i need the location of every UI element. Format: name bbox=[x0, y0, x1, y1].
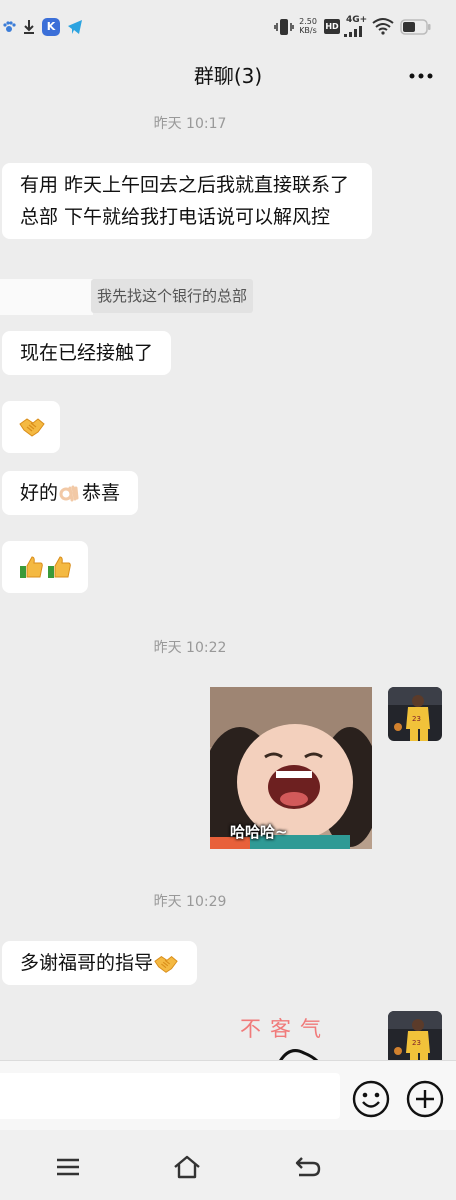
basketball-player-avatar: 23 bbox=[388, 687, 442, 741]
message-text: 恭喜 bbox=[82, 482, 121, 504]
avatar[interactable]: 23 bbox=[388, 687, 442, 741]
home-icon[interactable] bbox=[172, 1152, 202, 1182]
net-speed-value: 2.50 bbox=[299, 17, 317, 26]
message-text: 现在已经接触了 bbox=[20, 342, 154, 364]
message-text: 多谢福哥的指导 bbox=[20, 952, 154, 974]
app-k-icon: K bbox=[42, 18, 60, 36]
sticker-doodle bbox=[279, 1049, 319, 1060]
sticker-image[interactable]: 不客气 bbox=[230, 1007, 380, 1060]
input-bar bbox=[0, 1060, 456, 1130]
message-text: 好的 bbox=[20, 482, 59, 504]
handshake-icon bbox=[154, 955, 178, 973]
hd-badge: HD bbox=[324, 19, 340, 34]
message-text: 有用 昨天上午回去之后我就直接联系了总部 下午就给我打电话说可以解风控 bbox=[20, 174, 350, 228]
sticker-caption: 不客气 bbox=[240, 1017, 330, 1041]
signal-icon bbox=[344, 26, 362, 37]
status-bar-notifications: K bbox=[0, 16, 100, 38]
chat-header: 群聊(3) bbox=[0, 52, 456, 104]
status-bar: K 2.50 KB/s HD 4G+ bbox=[0, 0, 456, 52]
handshake-icon bbox=[19, 418, 45, 437]
message-bubble[interactable]: 多谢福哥的指导 bbox=[2, 941, 198, 985]
quote-spacer bbox=[0, 279, 93, 315]
jersey-number: 23 bbox=[412, 715, 421, 723]
timestamp: 昨天 10:17 bbox=[153, 116, 227, 132]
back-icon[interactable] bbox=[293, 1152, 323, 1182]
system-nav-bar bbox=[0, 1130, 456, 1200]
menu-icon[interactable] bbox=[53, 1152, 83, 1182]
basketball-player-avatar: 23 bbox=[388, 1011, 442, 1060]
message-bubble[interactable]: 现在已经接触了 bbox=[2, 331, 172, 375]
net-speed: 2.50 KB/s bbox=[296, 17, 320, 35]
vibrate-icon bbox=[274, 19, 294, 35]
plus-icon[interactable] bbox=[406, 1080, 444, 1118]
chat-message-list[interactable]: 昨天 10:17 有用 昨天上午回去之后我就直接联系了总部 下午就给我打电话说可… bbox=[0, 104, 456, 1060]
more-options-icon[interactable] bbox=[408, 72, 434, 80]
message-bubble[interactable]: 有用 昨天上午回去之后我就直接联系了总部 下午就给我打电话说可以解风控 bbox=[2, 163, 372, 239]
timestamp: 昨天 10:22 bbox=[153, 640, 227, 656]
thumbs-up-icon bbox=[48, 556, 71, 578]
sticker-image[interactable]: 哈哈哈~ bbox=[210, 687, 372, 849]
quoted-reply[interactable]: 我先找这个银行的总部 bbox=[91, 279, 254, 313]
ok-hand-icon bbox=[59, 485, 79, 501]
message-input[interactable] bbox=[0, 1073, 340, 1119]
download-icon bbox=[24, 20, 34, 34]
status-bar-system: 2.50 KB/s HD 4G+ bbox=[274, 15, 444, 38]
thumbs-up-icon bbox=[20, 556, 43, 578]
net-speed-unit: KB/s bbox=[299, 26, 317, 35]
avatar[interactable]: 23 bbox=[388, 1011, 442, 1060]
message-bubble[interactable] bbox=[2, 401, 60, 453]
battery-icon bbox=[400, 19, 431, 35]
wifi-icon bbox=[372, 18, 394, 35]
smiley-icon[interactable] bbox=[352, 1080, 390, 1118]
message-bubble[interactable]: 好的 恭喜 bbox=[2, 471, 139, 515]
chat-title: 群聊(3) bbox=[193, 64, 263, 88]
telegram-icon bbox=[68, 20, 82, 34]
message-bubble[interactable] bbox=[2, 541, 88, 593]
sticker-caption: 哈哈哈~ bbox=[230, 823, 288, 841]
timestamp: 昨天 10:29 bbox=[153, 894, 227, 910]
paw-icon bbox=[3, 21, 16, 32]
network-label: 4G+ bbox=[346, 15, 368, 25]
jersey-number: 23 bbox=[412, 1039, 421, 1047]
